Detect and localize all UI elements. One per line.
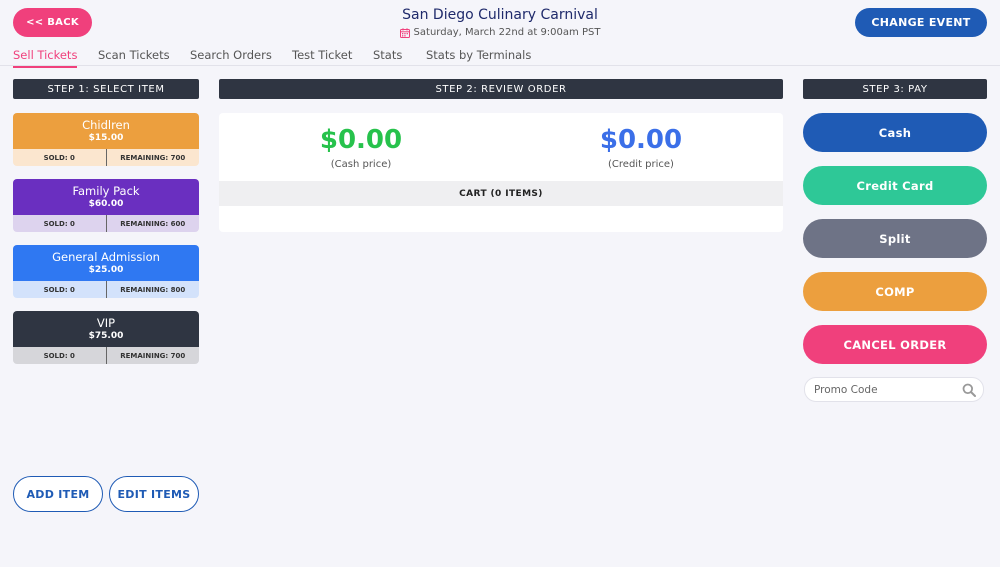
item-stats: SOLD: 0 REMAINING: 800 [13, 281, 199, 298]
item-price: $25.00 [88, 264, 124, 275]
item-header: Family Pack $60.00 [13, 179, 199, 215]
event-title: San Diego Culinary Carnival [402, 7, 598, 23]
credit-card-button[interactable]: Credit Card [803, 166, 987, 205]
tab-stats[interactable]: Stats [373, 48, 402, 66]
item-card-family-pack[interactable]: Family Pack $60.00 SOLD: 0 REMAINING: 60… [13, 179, 199, 232]
item-header: Chidlren $15.00 [13, 113, 199, 149]
nav-tabs: Sell Tickets Scan Tickets Search Orders … [0, 45, 1000, 68]
credit-price-block: $0.00 (Credit price) [541, 125, 741, 170]
item-price: $60.00 [88, 198, 124, 209]
promo-code-input[interactable] [814, 383, 954, 396]
tab-scan-tickets[interactable]: Scan Tickets [98, 48, 170, 66]
step2-header: STEP 2: REVIEW ORDER [219, 79, 783, 99]
item-name: General Admission [52, 249, 160, 264]
tab-stats-by-terminals[interactable]: Stats by Terminals [426, 48, 531, 66]
item-sold: SOLD: 0 [13, 215, 107, 232]
tab-sell-tickets[interactable]: Sell Tickets [13, 48, 78, 68]
promo-code-field [804, 377, 984, 402]
step3-header: STEP 3: PAY [803, 79, 987, 99]
comp-button[interactable]: COMP [803, 272, 987, 311]
item-remaining: REMAINING: 700 [120, 153, 186, 162]
tab-search-orders[interactable]: Search Orders [190, 48, 272, 66]
event-date-text: Saturday, March 22nd at 9:00am PST [413, 27, 601, 38]
search-icon[interactable] [962, 383, 976, 397]
cash-price-block: $0.00 (Cash price) [261, 125, 461, 170]
item-price: $75.00 [88, 330, 124, 341]
item-remaining: REMAINING: 800 [120, 285, 186, 294]
item-name: VIP [96, 315, 116, 330]
item-stats: SOLD: 0 REMAINING: 700 [13, 347, 199, 364]
item-remaining: REMAINING: 600 [120, 219, 186, 228]
review-order-panel: $0.00 (Cash price) $0.00 (Credit price) … [219, 113, 783, 232]
item-sold: SOLD: 0 [13, 347, 107, 364]
cancel-order-button[interactable]: CANCEL ORDER [803, 325, 987, 364]
step1-header: STEP 1: SELECT ITEM [13, 79, 199, 99]
item-price: $15.00 [88, 132, 124, 143]
item-header: VIP $75.00 [13, 311, 199, 347]
cash-price-label: (Cash price) [330, 159, 392, 170]
item-card-general-admission[interactable]: General Admission $25.00 SOLD: 0 REMAINI… [13, 245, 199, 298]
item-name: Chidlren [82, 117, 130, 132]
tab-test-ticket[interactable]: Test Ticket [292, 48, 352, 66]
item-stats: SOLD: 0 REMAINING: 700 [13, 149, 199, 166]
cash-button[interactable]: Cash [803, 113, 987, 152]
credit-price-label: (Credit price) [608, 159, 674, 170]
item-sold: SOLD: 0 [13, 149, 107, 166]
item-sold: SOLD: 0 [13, 281, 107, 298]
calendar-icon [399, 27, 410, 38]
credit-price: $0.00 [599, 125, 683, 155]
item-header: General Admission $25.00 [13, 245, 199, 281]
edit-items-button[interactable]: EDIT ITEMS [109, 476, 199, 512]
add-item-button[interactable]: ADD ITEM [13, 476, 103, 512]
event-date: Saturday, March 22nd at 9:00am PST [0, 27, 1000, 38]
change-event-button[interactable]: CHANGE EVENT [855, 8, 987, 37]
item-card-children[interactable]: Chidlren $15.00 SOLD: 0 REMAINING: 700 [13, 113, 199, 166]
item-card-vip[interactable]: VIP $75.00 SOLD: 0 REMAINING: 700 [13, 311, 199, 364]
cash-price: $0.00 [319, 125, 403, 155]
item-name: Family Pack [72, 183, 140, 198]
cart-header: CART (0 ITEMS) [219, 181, 783, 206]
item-stats: SOLD: 0 REMAINING: 600 [13, 215, 199, 232]
item-remaining: REMAINING: 700 [120, 351, 186, 360]
split-button[interactable]: Split [803, 219, 987, 258]
